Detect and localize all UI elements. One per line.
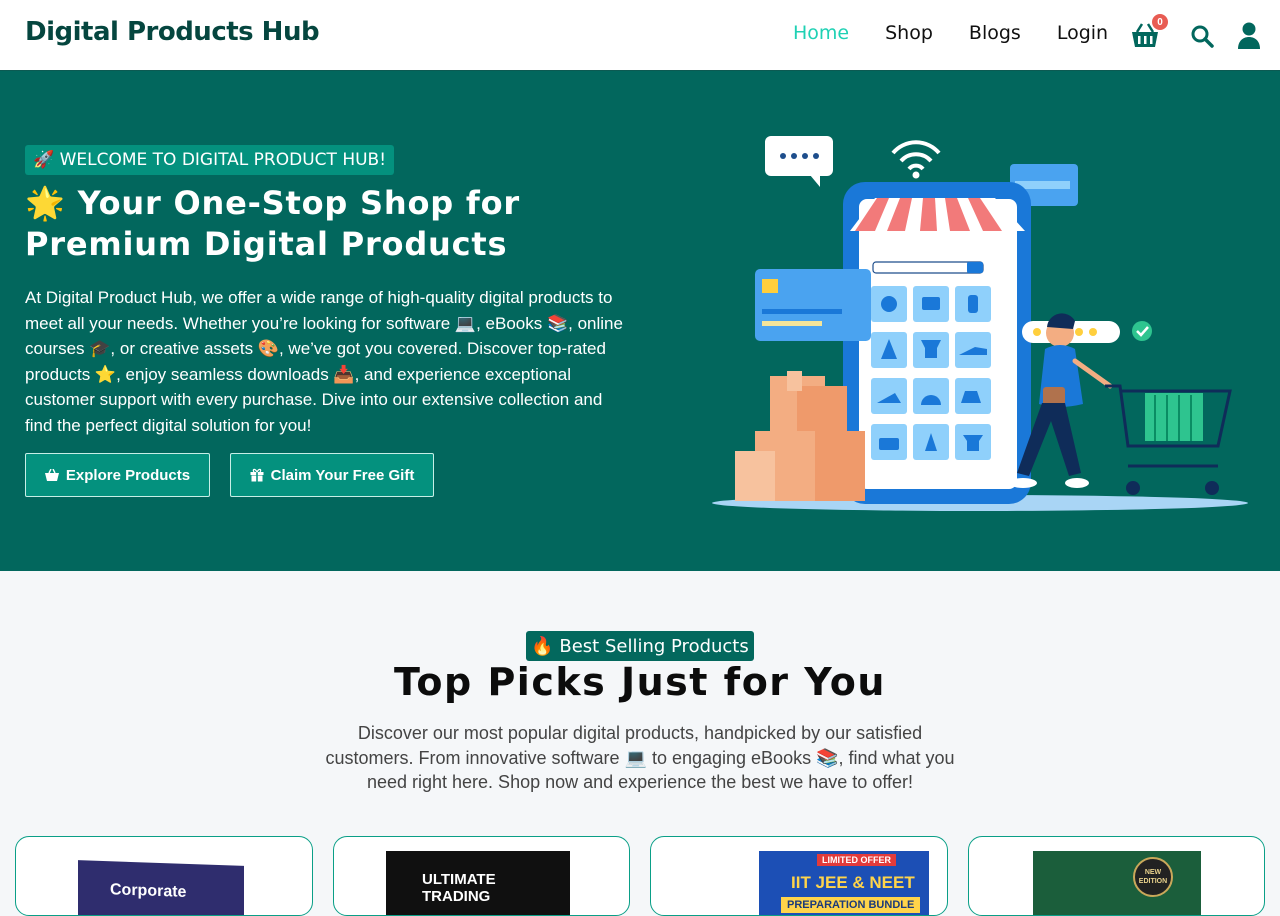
nav-shop[interactable]: Shop bbox=[867, 22, 951, 44]
product-cover-subtitle: PREPARATION BUNDLE bbox=[781, 897, 921, 913]
basket-icon bbox=[44, 469, 59, 481]
nav-login[interactable]: Login bbox=[1039, 22, 1126, 44]
explore-products-button[interactable]: Explore Products bbox=[25, 453, 210, 497]
product-card[interactable]: NEW EDITION bbox=[968, 836, 1265, 916]
explore-products-label: Explore Products bbox=[65, 466, 191, 484]
claim-gift-button[interactable]: Claim Your Free Gift bbox=[230, 453, 434, 497]
welcome-tag: 🚀 WELCOME TO DIGITAL PRODUCT HUB! bbox=[25, 145, 395, 175]
gift-icon bbox=[250, 468, 264, 482]
site-header: Digital Products Hub Home Shop Blogs Log… bbox=[0, 0, 1280, 71]
product-card[interactable]: LIMITED OFFER IIT JEE & NEET PREPARATION… bbox=[650, 836, 948, 916]
product-card[interactable]: ULTIMATE TRADING bbox=[333, 836, 630, 916]
product-cover: NEW EDITION bbox=[1033, 851, 1201, 915]
main-nav: Home Shop Blogs Login bbox=[775, 22, 1126, 44]
product-cover: Corporate bbox=[78, 860, 244, 915]
hero-section: 🚀 WELCOME TO DIGITAL PRODUCT HUB! 🌟 Your… bbox=[0, 71, 1280, 571]
product-cover: ULTIMATE TRADING bbox=[386, 851, 570, 915]
hero-title: 🌟 Your One-Stop Shop for Premium Digital… bbox=[25, 184, 520, 263]
cart-count-badge: 0 bbox=[1152, 14, 1168, 30]
shopping-illustration bbox=[712, 136, 1248, 511]
hero-description: At Digital Product Hub, we offer a wide … bbox=[25, 288, 623, 435]
site-brand[interactable]: Digital Products Hub bbox=[25, 17, 320, 47]
new-edition-badge: NEW EDITION bbox=[1133, 857, 1173, 897]
product-cover: LIMITED OFFER IIT JEE & NEET PREPARATION… bbox=[759, 851, 929, 915]
product-cover-text: ULTIMATE TRADING bbox=[422, 871, 496, 905]
nav-home[interactable]: Home bbox=[775, 22, 867, 44]
claim-gift-label: Claim Your Free Gift bbox=[270, 466, 415, 484]
section-description: Discover our most popular digital produc… bbox=[325, 723, 955, 792]
user-icon[interactable] bbox=[1233, 20, 1265, 52]
section-title: Top Picks Just for You bbox=[394, 660, 886, 704]
search-icon[interactable] bbox=[1186, 20, 1218, 52]
product-card[interactable]: Corporate bbox=[15, 836, 313, 916]
nav-blogs[interactable]: Blogs bbox=[951, 22, 1039, 44]
product-cover-text: Corporate bbox=[110, 881, 187, 901]
product-cover-text: IIT JEE & NEET bbox=[791, 873, 915, 892]
best-selling-tag: 🔥 Best Selling Products bbox=[526, 631, 754, 661]
